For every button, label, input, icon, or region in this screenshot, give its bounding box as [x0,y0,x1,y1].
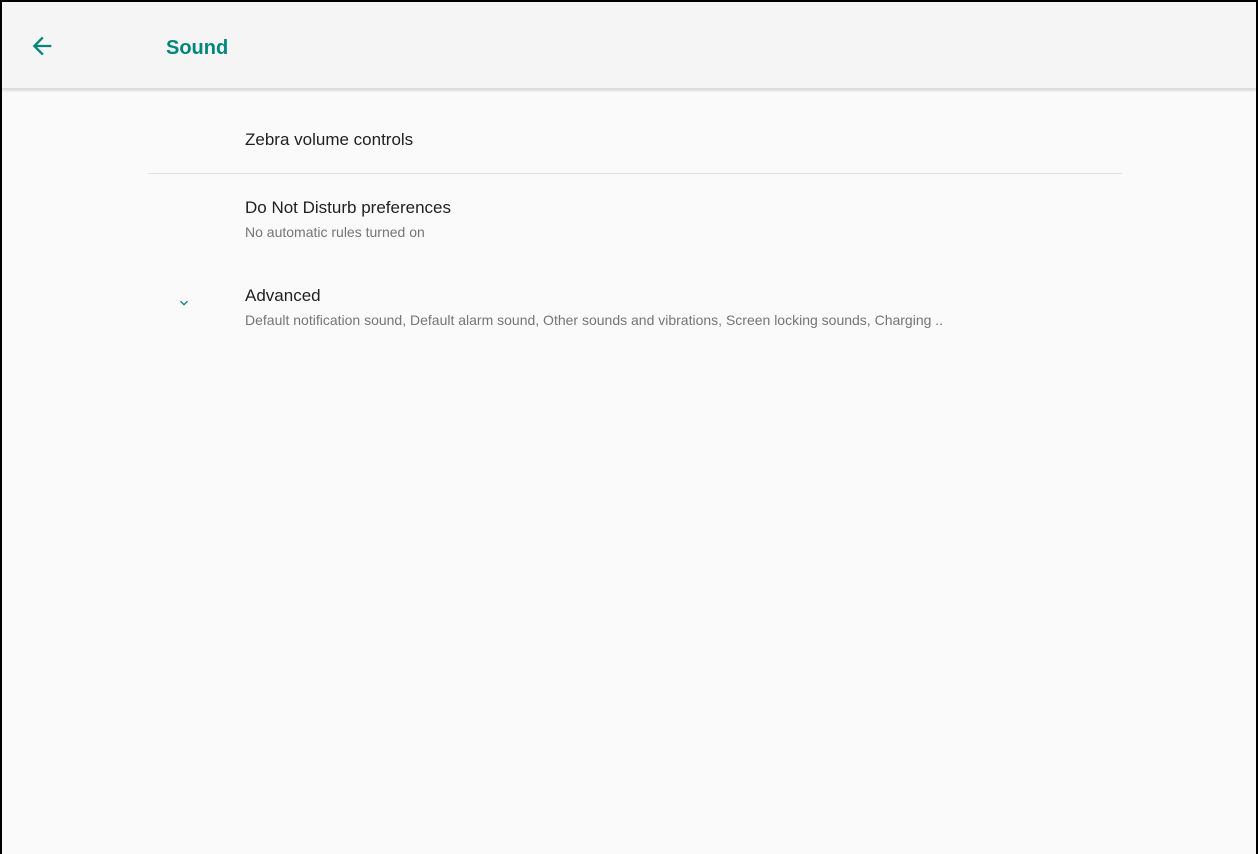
item-title: Do Not Disturb preferences [245,198,451,217]
list-item-advanced[interactable]: Advanced Default notification sound, Def… [2,269,1256,353]
arrow-back-icon [32,36,52,56]
item-summary: Default notification sound, Default alar… [245,312,944,328]
list-item-zebra-volume-controls[interactable]: Zebra volume controls [2,89,1256,173]
back-button[interactable] [28,32,56,60]
item-summary: No automatic rules turned on [245,224,425,240]
chevron-down-icon [180,300,188,306]
item-title: Zebra volume controls [245,130,414,149]
item-title: Advanced [245,286,321,305]
app-bar: Sound [2,2,1256,89]
page-title: Sound [166,37,229,59]
list-item-do-not-disturb[interactable]: Do Not Disturb preferences No automatic … [2,174,1256,258]
settings-screen: Sound Zebra volume controls Do Not Distu… [0,0,1258,854]
